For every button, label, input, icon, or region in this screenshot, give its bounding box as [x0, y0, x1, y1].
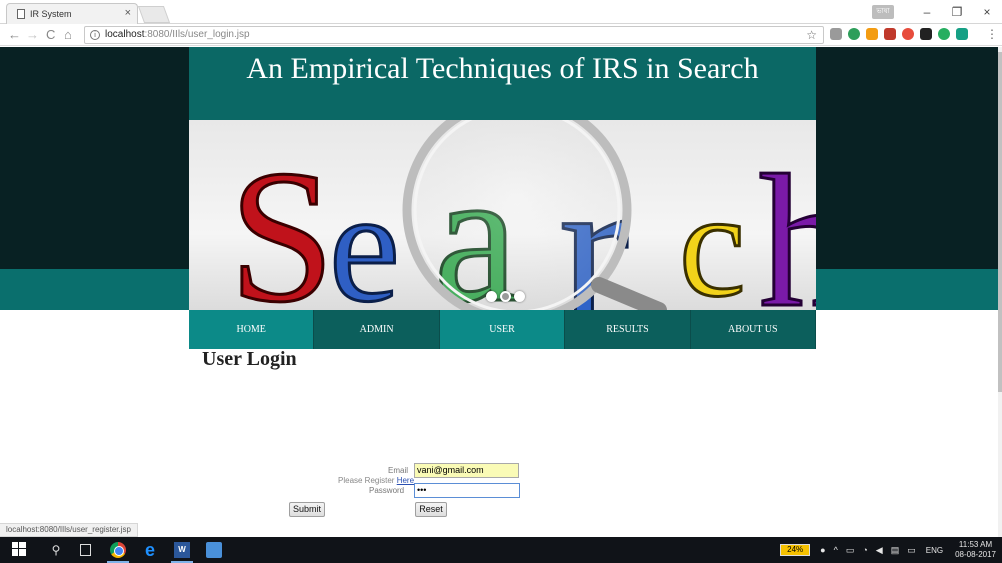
opera-extension-icon[interactable] — [902, 28, 914, 40]
slider-dot-3[interactable] — [514, 291, 525, 302]
edge-icon[interactable]: e — [142, 541, 158, 559]
dark-extension-icon[interactable] — [920, 28, 932, 40]
nav-home[interactable]: HOME — [189, 310, 315, 349]
notification-icon[interactable]: ▤ — [891, 545, 900, 556]
main-nav: HOME ADMIN USER RESULTS ABOUT US — [189, 310, 817, 349]
network-icon[interactable]: ▭ — [846, 545, 855, 556]
close-tab-icon[interactable]: × — [125, 7, 131, 19]
shield-extension-icon[interactable] — [956, 28, 968, 40]
chrome-icon[interactable] — [110, 542, 126, 558]
menu-icon[interactable]: ⋮ — [986, 27, 998, 41]
register-link[interactable]: Here — [397, 476, 414, 485]
address-bar[interactable]: i localhost:8080/IIls/user_login.jsp ☆ — [84, 26, 824, 44]
wifi-icon[interactable]: ◔ — [862, 545, 867, 555]
location-icon[interactable]: ● — [820, 545, 825, 555]
nav-about-us[interactable]: ABOUT US — [690, 310, 817, 349]
browser-tab[interactable]: IR System × — [6, 3, 138, 24]
submit-button[interactable]: Submit — [289, 502, 325, 517]
status-bar-url: localhost:8080/IIls/user_register.jsp — [0, 523, 138, 537]
browser-toolbar: ← → C ⌂ i localhost:8080/IIls/user_login… — [0, 24, 1002, 46]
grammarly-extension-icon[interactable] — [938, 28, 950, 40]
battery-indicator[interactable]: 24% — [780, 544, 811, 556]
window-close-icon[interactable]: × — [972, 5, 1002, 19]
banner-letter-s: S — [229, 132, 335, 310]
extension-icons — [830, 28, 968, 40]
info-icon[interactable]: i — [90, 30, 100, 40]
nav-results[interactable]: RESULTS — [565, 310, 691, 349]
task-view-icon[interactable] — [80, 544, 91, 556]
volume-icon[interactable]: ◀ — [876, 545, 883, 556]
page-icon — [17, 9, 25, 19]
nav-user[interactable]: USER — [439, 310, 566, 349]
password-label: Password — [369, 486, 405, 495]
banner-slideshow: S e a r c h — [189, 120, 816, 310]
site-header: An Empirical Techniques of IRS in Search — [189, 47, 816, 120]
email-field[interactable]: vani@gmail.com — [414, 463, 519, 478]
keyboard-icon[interactable]: ▭ — [907, 545, 916, 556]
forward-icon[interactable]: → — [26, 27, 39, 43]
scrollbar-thumb[interactable] — [998, 52, 1002, 392]
system-tray: 24% ● ^ ▭ ◔ ◀ ▤ ▭ ENG 11:53 AM 08-08-201… — [780, 537, 1002, 563]
cart-extension-icon[interactable] — [830, 28, 842, 40]
green-extension-icon[interactable] — [848, 28, 860, 40]
taskbar: ⚲ e W 24% ● ^ ▭ ◔ ◀ ▤ ▭ ENG 11:53 AM 08-… — [0, 537, 1002, 563]
pocket-extension-icon[interactable] — [884, 28, 896, 40]
home-icon[interactable]: ⌂ — [64, 27, 72, 43]
clock[interactable]: 11:53 AM 08-08-2017 — [955, 540, 996, 560]
restore-icon[interactable]: ❐ — [942, 5, 972, 19]
minimize-icon[interactable]: – — [912, 5, 942, 19]
windows-start-icon[interactable] — [12, 542, 28, 558]
banner-letter-h: h — [759, 137, 816, 310]
register-prompt: Please Register Here — [338, 476, 415, 485]
clock-date: 08-08-2017 — [955, 550, 996, 559]
word-icon[interactable]: W — [174, 542, 190, 558]
input-language[interactable]: ENG — [926, 546, 943, 555]
chevron-up-icon[interactable]: ^ — [834, 545, 838, 555]
app-icon[interactable] — [206, 542, 222, 558]
reload-icon[interactable]: C — [46, 27, 55, 43]
search-icon[interactable]: ⚲ — [48, 542, 64, 558]
window-controls: ভাষা – ❐ × — [872, 0, 1002, 24]
site-title: An Empirical Techniques of IRS in Search — [246, 52, 759, 85]
nav-admin[interactable]: ADMIN — [314, 310, 440, 349]
password-field[interactable]: ••• — [414, 483, 520, 498]
slider-dot-1[interactable] — [486, 291, 497, 302]
page-scrollbar[interactable] — [998, 47, 1002, 537]
reset-button[interactable]: Reset — [415, 502, 447, 517]
slider-dots — [486, 291, 525, 302]
profile-badge[interactable]: ভাষা — [872, 5, 894, 19]
banner-letter-c: c — [679, 162, 746, 310]
back-icon[interactable]: ← — [8, 27, 21, 43]
bookmark-star-icon[interactable]: ☆ — [806, 27, 817, 43]
tab-strip: IR System × ভাষা – ❐ × — [0, 0, 1002, 24]
slider-dot-2[interactable] — [500, 291, 511, 302]
clock-time: 11:53 AM — [958, 540, 993, 549]
search-banner-image: S e a r c h — [228, 120, 816, 310]
new-tab-button[interactable] — [137, 6, 171, 23]
orange-extension-icon[interactable] — [866, 28, 878, 40]
email-label: Email — [388, 466, 409, 475]
banner-letter-e: e — [329, 157, 400, 310]
login-heading: User Login — [202, 348, 297, 370]
url-text: localhost:8080/IIls/user_login.jsp — [105, 29, 250, 40]
tab-title: IR System — [30, 9, 72, 19]
